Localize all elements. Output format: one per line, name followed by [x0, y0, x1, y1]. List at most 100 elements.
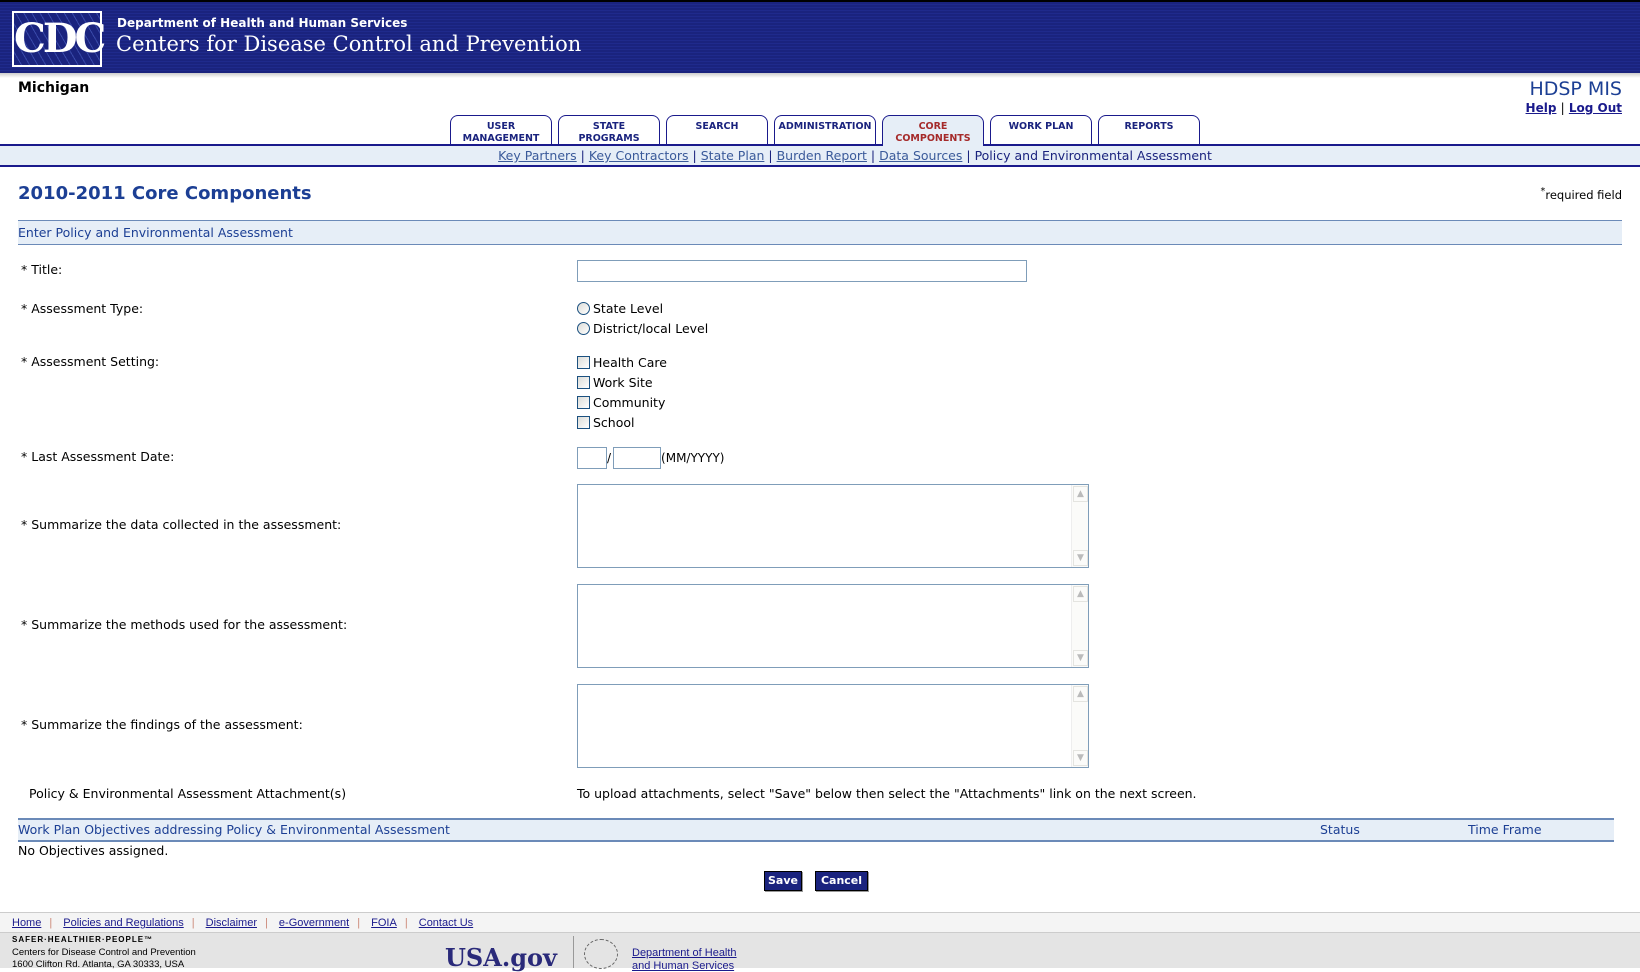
objectives-table-header: Work Plan Objectives addressing Policy &… [18, 818, 1614, 842]
checkbox[interactable] [577, 395, 590, 409]
date-format-hint: (MM/YYYY) [661, 451, 725, 465]
radio-button[interactable] [577, 301, 590, 315]
tab-work-plan[interactable]: WORK PLAN [990, 115, 1092, 145]
data-summary-label: * Summarize the data collected in the as… [21, 517, 342, 532]
objectives-column-header: Work Plan Objectives addressing Policy &… [18, 822, 450, 837]
findings-summary-textarea[interactable]: ▲ ▼ [577, 684, 1089, 768]
footer-address: 1600 Clifton Rd. Atlanta, GA 30333, USA [12, 959, 185, 970]
title-label: * Title: [21, 262, 63, 277]
required-text: required field [1545, 187, 1622, 202]
footer-info: SAFER·HEALTHIER·PEOPLE™ Centers for Dise… [0, 933, 1640, 972]
scroll-down-icon[interactable]: ▼ [1073, 550, 1088, 566]
cancel-button[interactable]: Cancel [815, 871, 868, 891]
time-frame-column-header: Time Frame [1468, 822, 1542, 837]
user-links: Help | Log Out [1526, 101, 1622, 115]
radio-button[interactable] [577, 321, 590, 335]
attachments-label: Policy & Environmental Assessment Attach… [29, 786, 347, 801]
save-button[interactable]: Save [764, 871, 802, 891]
subnav-key-partners[interactable]: Key Partners [498, 148, 577, 163]
agency-name: Centers for Disease Control and Preventi… [116, 32, 582, 56]
tab-label: ADMINISTRATION [778, 121, 872, 132]
methods-summary-textarea[interactable]: ▲ ▼ [577, 584, 1089, 668]
option-label: Community [593, 394, 666, 410]
year-input[interactable] [613, 447, 662, 469]
checkbox-community[interactable]: Community [577, 392, 667, 412]
checkbox-health-care[interactable]: Health Care [577, 352, 667, 372]
tab-administration[interactable]: ADMINISTRATION [774, 115, 876, 145]
app-title: HDSP MIS [1529, 78, 1622, 100]
checkbox-work-site[interactable]: Work Site [577, 372, 667, 392]
subnav-state-plan[interactable]: State Plan [701, 148, 765, 163]
subnav-current-page: Policy and Environmental Assessment [974, 148, 1212, 163]
date-separator: / [607, 451, 612, 465]
page-title: 2010-2011 Core Components [18, 183, 312, 204]
tab-label: PROGRAMS [578, 133, 640, 144]
help-link[interactable]: Help [1526, 101, 1557, 115]
required-field-note: *required field [1541, 186, 1622, 202]
scroll-up-icon[interactable]: ▲ [1073, 486, 1088, 502]
findings-summary-label: * Summarize the findings of the assessme… [21, 717, 303, 732]
assessment-setting-label: * Assessment Setting: [21, 354, 160, 369]
tab-state-programs[interactable]: STATE PROGRAMS [558, 115, 660, 145]
subnav-key-contractors[interactable]: Key Contractors [589, 148, 689, 163]
methods-summary-label: * Summarize the methods used for the ass… [21, 617, 348, 632]
scroll-down-icon[interactable]: ▼ [1073, 750, 1088, 766]
scroll-up-icon[interactable]: ▲ [1073, 586, 1088, 602]
scrollbar[interactable]: ▲ ▼ [1071, 485, 1088, 567]
tab-reports[interactable]: REPORTS [1098, 115, 1200, 145]
header-shadow [0, 73, 1640, 78]
cdc-logo[interactable]: CDC [12, 11, 106, 67]
date-inputs: / (MM/YYYY) [577, 447, 724, 469]
option-label: State Level [593, 300, 664, 316]
link-separator: | [1560, 101, 1565, 115]
option-label: Health Care [593, 354, 667, 370]
section-header: Enter Policy and Environmental Assessmen… [18, 220, 1622, 245]
checkbox[interactable] [577, 415, 590, 429]
checkbox[interactable] [577, 375, 590, 389]
tab-label: COMPONENTS [895, 133, 971, 144]
footer-disclaimer-link[interactable]: Disclaimer [206, 917, 257, 929]
month-input[interactable] [577, 447, 607, 469]
title-input[interactable] [577, 260, 1027, 282]
subnav-data-sources[interactable]: Data Sources [879, 148, 962, 163]
data-summary-textarea[interactable]: ▲ ▼ [577, 484, 1089, 568]
tab-label: USER [486, 121, 516, 132]
radio-state-level[interactable]: State Level [577, 298, 708, 318]
tab-label: STATE [592, 121, 626, 132]
tab-search[interactable]: SEARCH [666, 115, 768, 145]
scrollbar[interactable]: ▲ ▼ [1071, 685, 1088, 767]
hhs-link-line2[interactable]: and Human Services [632, 960, 734, 972]
no-objectives-message: No Objectives assigned. [18, 843, 169, 858]
logout-link[interactable]: Log Out [1569, 101, 1622, 115]
footer-foia-link[interactable]: FOIA [371, 917, 397, 929]
assessment-type-label: * Assessment Type: [21, 301, 144, 316]
tab-label: CORE [918, 121, 948, 132]
assessment-type-group: State Level District/local Level [577, 298, 708, 338]
checkbox[interactable] [577, 355, 590, 369]
footer-home-link[interactable]: Home [12, 917, 41, 929]
hhs-link[interactable]: Department of Health [632, 947, 737, 959]
footer-policies-link[interactable]: Policies and Regulations [63, 917, 183, 929]
tab-core-components[interactable]: CORE COMPONENTS [882, 115, 984, 146]
radio-district-level[interactable]: District/local Level [577, 318, 708, 338]
scroll-up-icon[interactable]: ▲ [1073, 686, 1088, 702]
state-name: Michigan [18, 80, 90, 96]
footer-org: Centers for Disease Control and Preventi… [12, 947, 196, 958]
scroll-down-icon[interactable]: ▼ [1073, 650, 1088, 666]
assessment-setting-group: Health Care Work Site Community School [577, 352, 667, 432]
footer-divider [573, 936, 574, 968]
scrollbar[interactable]: ▲ ▼ [1071, 585, 1088, 667]
footer-contact-link[interactable]: Contact Us [419, 917, 473, 929]
tab-label: SEARCH [695, 121, 739, 132]
attachments-note: To upload attachments, select "Save" bel… [577, 786, 1197, 801]
sub-navigation: Key Partners | Key Contractors | State P… [0, 144, 1640, 167]
cdc-header-banner: CDC Department of Health and Human Servi… [0, 0, 1640, 73]
last-assessment-date-label: * Last Assessment Date: [21, 449, 175, 464]
subnav-burden-report[interactable]: Burden Report [777, 148, 867, 163]
footer-links: Home | Policies and Regulations | Disclaim… [0, 912, 1640, 933]
department-name: Department of Health and Human Services [117, 16, 408, 30]
footer-egov-link[interactable]: e-Government [279, 917, 349, 929]
checkbox-school[interactable]: School [577, 412, 667, 432]
tab-user-management[interactable]: USER MANAGEMENT [450, 115, 552, 145]
option-label: District/local Level [593, 320, 709, 336]
